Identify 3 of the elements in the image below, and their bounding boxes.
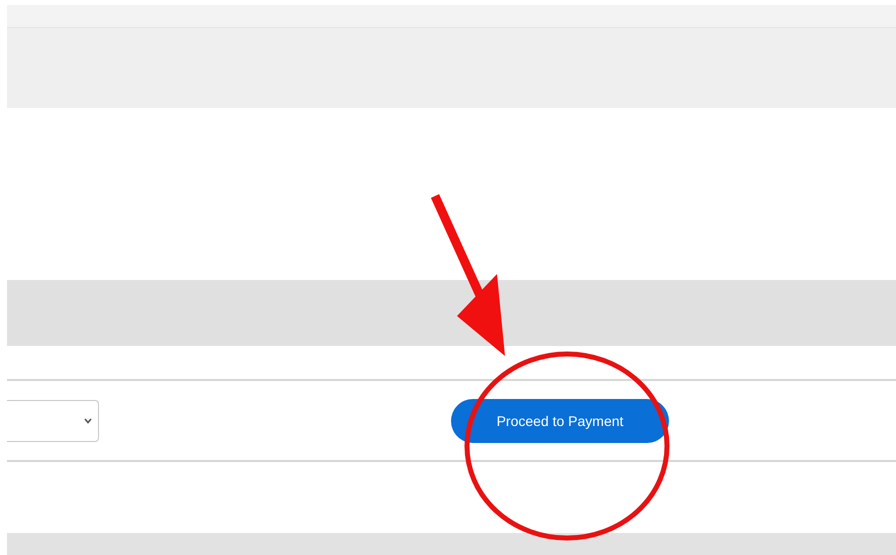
- chevron-icon: [84, 418, 92, 424]
- dropdown-field[interactable]: [7, 400, 99, 442]
- proceed-button[interactable]: Proceed to Payment: [451, 398, 669, 442]
